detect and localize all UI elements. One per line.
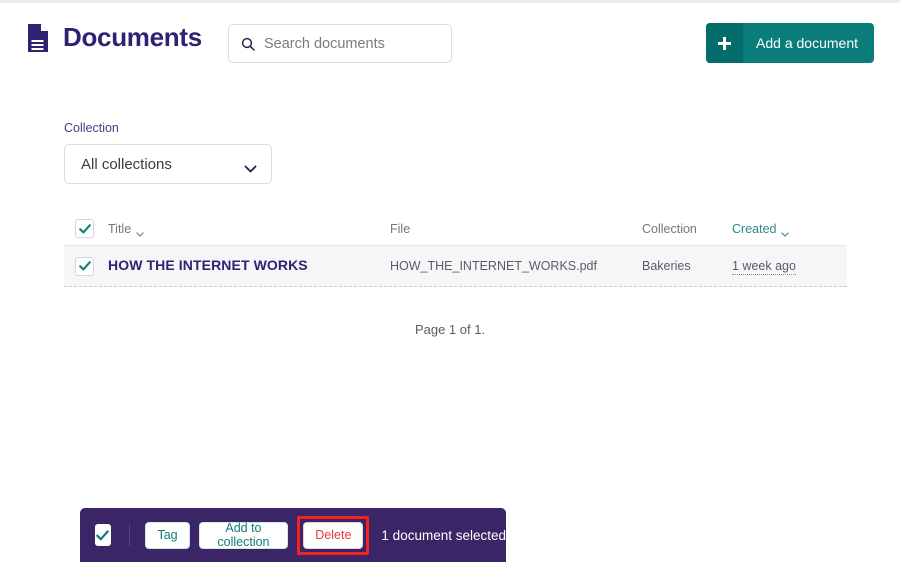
search-box[interactable]	[228, 24, 452, 63]
window-top-edge	[0, 0, 900, 3]
pagination: Page 1 of 1.	[0, 322, 900, 337]
documents-table: Title File Collection Created HOW THE IN…	[64, 212, 847, 287]
select-all-cell	[75, 219, 108, 238]
title-group: Documents	[26, 22, 202, 53]
documents-page: Documents Add a document Collection All …	[0, 0, 900, 562]
column-header-collection: Collection	[642, 221, 697, 236]
column-header-created[interactable]: Created	[732, 221, 790, 237]
table-header-row: Title File Collection Created	[64, 212, 847, 246]
collection-select[interactable]: All collections	[64, 144, 272, 184]
document-created: 1 week ago	[732, 259, 796, 275]
page-title: Documents	[63, 22, 202, 52]
row-collection-cell: Bakeries	[642, 257, 732, 275]
collection-filter-label: Collection	[64, 121, 119, 135]
bulk-select-checkbox[interactable]	[95, 524, 111, 546]
collection-filter: Collection All collections	[64, 121, 272, 184]
column-header-title[interactable]: Title	[108, 221, 144, 237]
column-header-created-label: Created	[732, 221, 777, 236]
delete-button[interactable]: Delete	[303, 521, 364, 549]
bulk-action-bar: Tag Add to collection Delete 1 document …	[80, 508, 506, 562]
plus-icon	[706, 23, 744, 63]
row-file-cell: HOW_THE_INTERNET_WORKS.pdf	[390, 257, 642, 275]
column-header-file: File	[390, 221, 411, 236]
document-file-name: HOW_THE_INTERNET_WORKS.pdf	[390, 259, 597, 273]
add-to-collection-button[interactable]: Add to collection	[198, 521, 289, 549]
document-icon	[26, 23, 50, 53]
row-checkbox[interactable]	[75, 256, 94, 276]
row-created-cell: 1 week ago	[732, 257, 847, 275]
delete-button-highlight-wrapper: Delete	[297, 515, 370, 555]
document-title-link[interactable]: HOW THE INTERNET WORKS	[108, 257, 308, 273]
document-collection: Bakeries	[642, 259, 691, 273]
chevron-down-icon	[244, 160, 257, 173]
chevron-down-icon	[781, 226, 790, 237]
select-all-checkbox[interactable]	[75, 219, 94, 238]
column-header-title-label: Title	[108, 221, 132, 236]
collection-select-value: All collections	[81, 155, 172, 173]
column-header-title-cell: Title	[108, 220, 390, 238]
column-header-file-cell: File	[390, 220, 642, 238]
add-document-button[interactable]: Add a document	[706, 23, 874, 63]
tag-button[interactable]: Tag	[145, 521, 190, 549]
chevron-down-icon	[136, 226, 144, 237]
row-title-cell: HOW THE INTERNET WORKS	[108, 257, 390, 275]
search-input[interactable]	[264, 35, 444, 52]
page-header: Documents Add a document	[26, 18, 874, 70]
row-select-cell	[75, 256, 108, 276]
table-row[interactable]: HOW THE INTERNET WORKS HOW_THE_INTERNET_…	[64, 246, 847, 287]
search-icon	[241, 37, 255, 51]
column-header-collection-cell: Collection	[642, 220, 732, 238]
action-bar-divider	[128, 524, 130, 546]
column-header-created-cell: Created	[732, 220, 847, 238]
add-document-label: Add a document	[756, 35, 858, 51]
pagination-text: Page 1 of 1.	[414, 322, 486, 337]
selection-status: 1 document selected	[381, 527, 507, 543]
